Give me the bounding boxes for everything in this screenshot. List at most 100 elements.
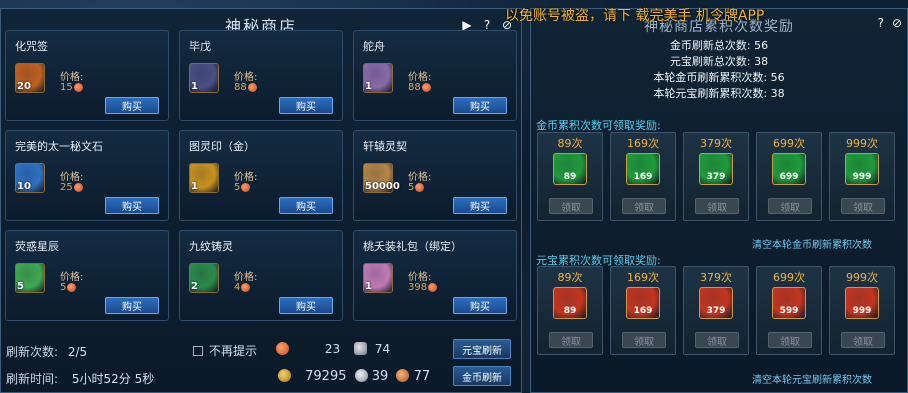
reward-icon-number: 89 <box>563 172 577 182</box>
claim-button[interactable]: 领取 <box>841 332 885 348</box>
stat-value: 38 <box>770 87 785 100</box>
shop-item-card: 九纹铸灵 2 价格: 4 购买 <box>179 230 343 321</box>
buy-button[interactable]: 购买 <box>105 97 159 114</box>
item-quantity: 1 <box>365 81 372 92</box>
yuanbao-reward-icon[interactable]: 379 <box>699 287 733 319</box>
claim-button[interactable]: 领取 <box>768 198 812 214</box>
gold-reward-icon[interactable]: 699 <box>772 153 806 185</box>
tier-count: 169次 <box>627 271 659 284</box>
price-label: 价格: <box>408 172 432 183</box>
buy-button[interactable]: 购买 <box>279 297 333 314</box>
buy-button[interactable]: 购买 <box>453 197 507 214</box>
price-label: 价格: <box>60 72 84 83</box>
tier-count: 89次 <box>557 271 583 284</box>
currency-a: 23 <box>276 342 340 356</box>
item-thumbnail[interactable]: 1 <box>363 263 393 293</box>
claim-button[interactable]: 领取 <box>695 198 739 214</box>
gold-reward-tier: 169次 169 领取 <box>610 132 676 221</box>
help-icon[interactable]: ? <box>878 16 884 30</box>
yuanbao-reward-tier: 999次 999 领取 <box>829 266 895 355</box>
yuanbao-reward-icon[interactable]: 89 <box>553 287 587 319</box>
item-quantity: 10 <box>17 181 31 192</box>
price-value: 5 <box>234 182 241 193</box>
price-value: 15 <box>60 82 73 93</box>
tier-count: 379次 <box>700 137 732 150</box>
shop-item-card: 图灵印（金） 1 价格: 5 购买 <box>179 130 343 221</box>
reward-icon-number: 599 <box>779 306 799 316</box>
buy-button[interactable]: 购买 <box>105 297 159 314</box>
yuanbao-reward-icon[interactable]: 999 <box>845 287 879 319</box>
refresh-count-label: 刷新次数: <box>6 345 59 359</box>
gold-reward-icon[interactable]: 999 <box>845 153 879 185</box>
yuanbao-refresh-button[interactable]: 元宝刷新 <box>453 339 511 359</box>
security-warning: 以免账号被盗，请下 载完美手 机令牌APP <box>505 8 765 24</box>
item-thumbnail[interactable]: 1 <box>363 63 393 93</box>
claim-button[interactable]: 领取 <box>622 332 666 348</box>
tier-count: 169次 <box>627 137 659 150</box>
gold-reward-icon[interactable]: 379 <box>699 153 733 185</box>
reward-icon-number: 89 <box>563 306 577 316</box>
clear-gold-count-button[interactable]: 清空本轮金币刷新累积次数 <box>752 236 872 251</box>
claim-button[interactable]: 领取 <box>768 332 812 348</box>
gold-reward-tier: 379次 379 领取 <box>683 132 749 221</box>
tier-count: 379次 <box>700 271 732 284</box>
item-price: 25 <box>60 182 83 193</box>
block-icon[interactable]: ⊘ <box>892 16 902 30</box>
yuanbao-reward-tier: 699次 599 领取 <box>756 266 822 355</box>
silver-ingot-icon <box>354 342 367 355</box>
fire-coin-icon <box>73 183 83 192</box>
item-price: 15 <box>60 82 83 93</box>
buy-button[interactable]: 购买 <box>279 97 333 114</box>
yuanbao-reward-tier: 169次 169 领取 <box>610 266 676 355</box>
stat-value: 56 <box>770 71 785 84</box>
refresh-time-label: 刷新时间: <box>6 372 59 386</box>
claim-button[interactable]: 领取 <box>622 198 666 214</box>
item-price: 4 <box>234 282 251 293</box>
clear-yuanbao-count-button[interactable]: 清空本轮元宝刷新累积次数 <box>752 371 872 386</box>
gold-reward-icon[interactable]: 89 <box>553 153 587 185</box>
no-prompt-row[interactable]: 不再提示 <box>193 342 257 359</box>
claim-button[interactable]: 领取 <box>549 198 593 214</box>
item-name: 轩辕灵契 <box>363 140 407 153</box>
item-thumbnail[interactable]: 5 <box>15 263 45 293</box>
fire-coin-icon <box>241 283 251 292</box>
stat-label: 元宝刷新总次数: <box>669 55 751 68</box>
item-thumbnail[interactable]: 20 <box>15 63 45 93</box>
item-quantity: 5 <box>17 281 24 292</box>
bronze-coin-icon <box>396 369 410 382</box>
price-label: 价格: <box>60 272 84 283</box>
claim-button[interactable]: 领取 <box>695 332 739 348</box>
claim-button[interactable]: 领取 <box>841 198 885 214</box>
stat-label: 本轮金币刷新累积次数: <box>653 71 768 84</box>
claim-button[interactable]: 领取 <box>549 332 593 348</box>
shop-item-card: 毕戊 1 价格: 88 购买 <box>179 30 343 121</box>
item-thumbnail[interactable]: 1 <box>189 163 219 193</box>
buy-button[interactable]: 购买 <box>279 197 333 214</box>
item-thumbnail[interactable]: 1 <box>189 63 219 93</box>
currency-a-value: 23 <box>324 342 341 356</box>
item-thumbnail[interactable]: 2 <box>189 263 219 293</box>
gold-reward-tier: 999次 999 领取 <box>829 132 895 221</box>
tier-count: 699次 <box>773 137 805 150</box>
price-value: 5 <box>408 182 415 193</box>
no-prompt-checkbox[interactable] <box>193 346 203 356</box>
yuanbao-reward-icon[interactable]: 599 <box>772 287 806 319</box>
gold-reward-icon[interactable]: 169 <box>626 153 660 185</box>
item-name: 荧惑星辰 <box>15 240 59 253</box>
item-thumbnail[interactable]: 50000 <box>363 163 400 193</box>
yuanbao-reward-icon[interactable]: 169 <box>626 287 660 319</box>
item-name: 舵舟 <box>363 40 385 53</box>
buy-button[interactable]: 购买 <box>105 197 159 214</box>
shop-item-card: 桃夭装礼包（绑定） 1 价格: 398 购买 <box>353 230 517 321</box>
gold-refresh-button[interactable]: 金币刷新 <box>453 366 511 386</box>
silver-value: 39 <box>371 369 389 384</box>
bronze-value: 77 <box>413 369 431 384</box>
shop-item-card: 轩辕灵契 50000 价格: 5 购买 <box>353 130 517 221</box>
buy-button[interactable]: 购买 <box>453 297 507 314</box>
buy-button[interactable]: 购买 <box>453 97 507 114</box>
stat-row: 本轮金币刷新累积次数: 56 <box>530 70 908 86</box>
gold-reward-tier: 89次 89 领取 <box>537 132 603 221</box>
reward-icon-number: 699 <box>779 172 799 182</box>
item-price: 5 <box>408 182 425 193</box>
item-thumbnail[interactable]: 10 <box>15 163 45 193</box>
